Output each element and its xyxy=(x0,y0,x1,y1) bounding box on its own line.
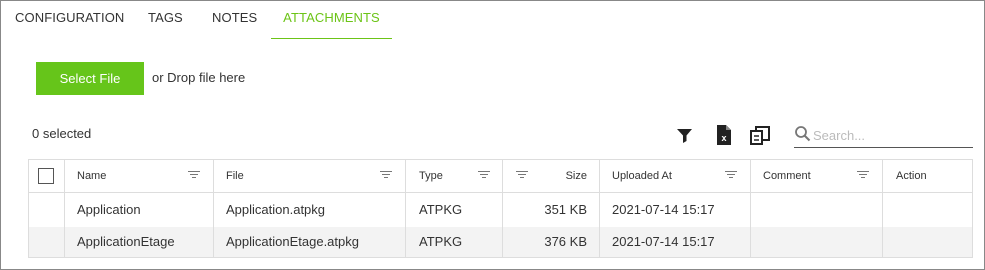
column-filter-icon[interactable] xyxy=(478,171,490,181)
excel-export-icon[interactable]: x xyxy=(714,124,734,146)
select-all-cell xyxy=(29,160,65,192)
column-filter-icon[interactable] xyxy=(380,171,392,181)
column-header-label: Size xyxy=(565,170,587,182)
drop-zone-label[interactable]: or Drop file here xyxy=(152,70,245,85)
tab-notes[interactable]: NOTES xyxy=(212,0,257,40)
svg-text:x: x xyxy=(721,133,726,143)
row-select-cell[interactable] xyxy=(29,193,65,227)
select-file-button[interactable]: Select File xyxy=(36,62,144,95)
attachments-table: Name File Type Size Uploaded At Comment … xyxy=(28,159,973,258)
cell-action xyxy=(883,227,972,257)
column-header-action: Action xyxy=(883,160,972,192)
column-header-uploaded-at[interactable]: Uploaded At xyxy=(600,160,751,192)
column-filter-icon[interactable] xyxy=(516,171,528,181)
column-filter-icon[interactable] xyxy=(857,171,869,181)
column-header-size[interactable]: Size xyxy=(503,160,600,192)
filter-icon[interactable] xyxy=(675,124,695,146)
tab-tags[interactable]: TAGS xyxy=(148,0,183,40)
table-row[interactable]: ApplicationEtage ApplicationEtage.atpkg … xyxy=(29,227,972,257)
selected-count: 0 selected xyxy=(32,126,92,141)
cell-name: ApplicationEtage xyxy=(65,227,214,257)
column-header-label: Comment xyxy=(763,170,811,182)
cell-size: 351 KB xyxy=(503,193,600,227)
column-header-type[interactable]: Type xyxy=(406,160,503,192)
search-icon xyxy=(794,125,812,143)
column-filter-icon[interactable] xyxy=(725,171,737,181)
cell-uploaded-at: 2021-07-14 15:17 xyxy=(600,193,751,227)
table-row[interactable]: Application Application.atpkg ATPKG 351 … xyxy=(29,193,972,227)
column-header-comment[interactable]: Comment xyxy=(751,160,883,192)
select-all-checkbox[interactable] xyxy=(38,168,54,184)
cell-action xyxy=(883,193,972,227)
cell-name: Application xyxy=(65,193,214,227)
column-header-label: File xyxy=(226,170,244,182)
cell-comment xyxy=(751,227,883,257)
column-header-file[interactable]: File xyxy=(214,160,406,192)
column-header-label: Action xyxy=(896,170,927,182)
cell-type: ATPKG xyxy=(406,193,503,227)
cell-type: ATPKG xyxy=(406,227,503,257)
tab-attachments[interactable]: ATTACHMENTS xyxy=(271,0,392,39)
column-chooser-icon[interactable] xyxy=(749,124,770,146)
tab-bar: CONFIGURATION TAGS NOTES ATTACHMENTS xyxy=(0,0,985,40)
cell-file[interactable]: Application.atpkg xyxy=(214,193,406,227)
cell-uploaded-at: 2021-07-14 15:17 xyxy=(600,227,751,257)
column-header-label: Uploaded At xyxy=(612,170,672,182)
cell-size: 376 KB xyxy=(503,227,600,257)
column-header-name[interactable]: Name xyxy=(65,160,214,192)
search-input[interactable] xyxy=(813,124,971,146)
search-box xyxy=(794,124,973,148)
column-header-label: Type xyxy=(419,170,443,182)
table-header: Name File Type Size Uploaded At Comment … xyxy=(29,160,972,193)
column-filter-icon[interactable] xyxy=(188,171,200,181)
column-header-label: Name xyxy=(77,170,107,182)
row-select-cell[interactable] xyxy=(29,227,65,257)
tab-configuration[interactable]: CONFIGURATION xyxy=(15,0,124,40)
cell-file[interactable]: ApplicationEtage.atpkg xyxy=(214,227,406,257)
cell-comment xyxy=(751,193,883,227)
